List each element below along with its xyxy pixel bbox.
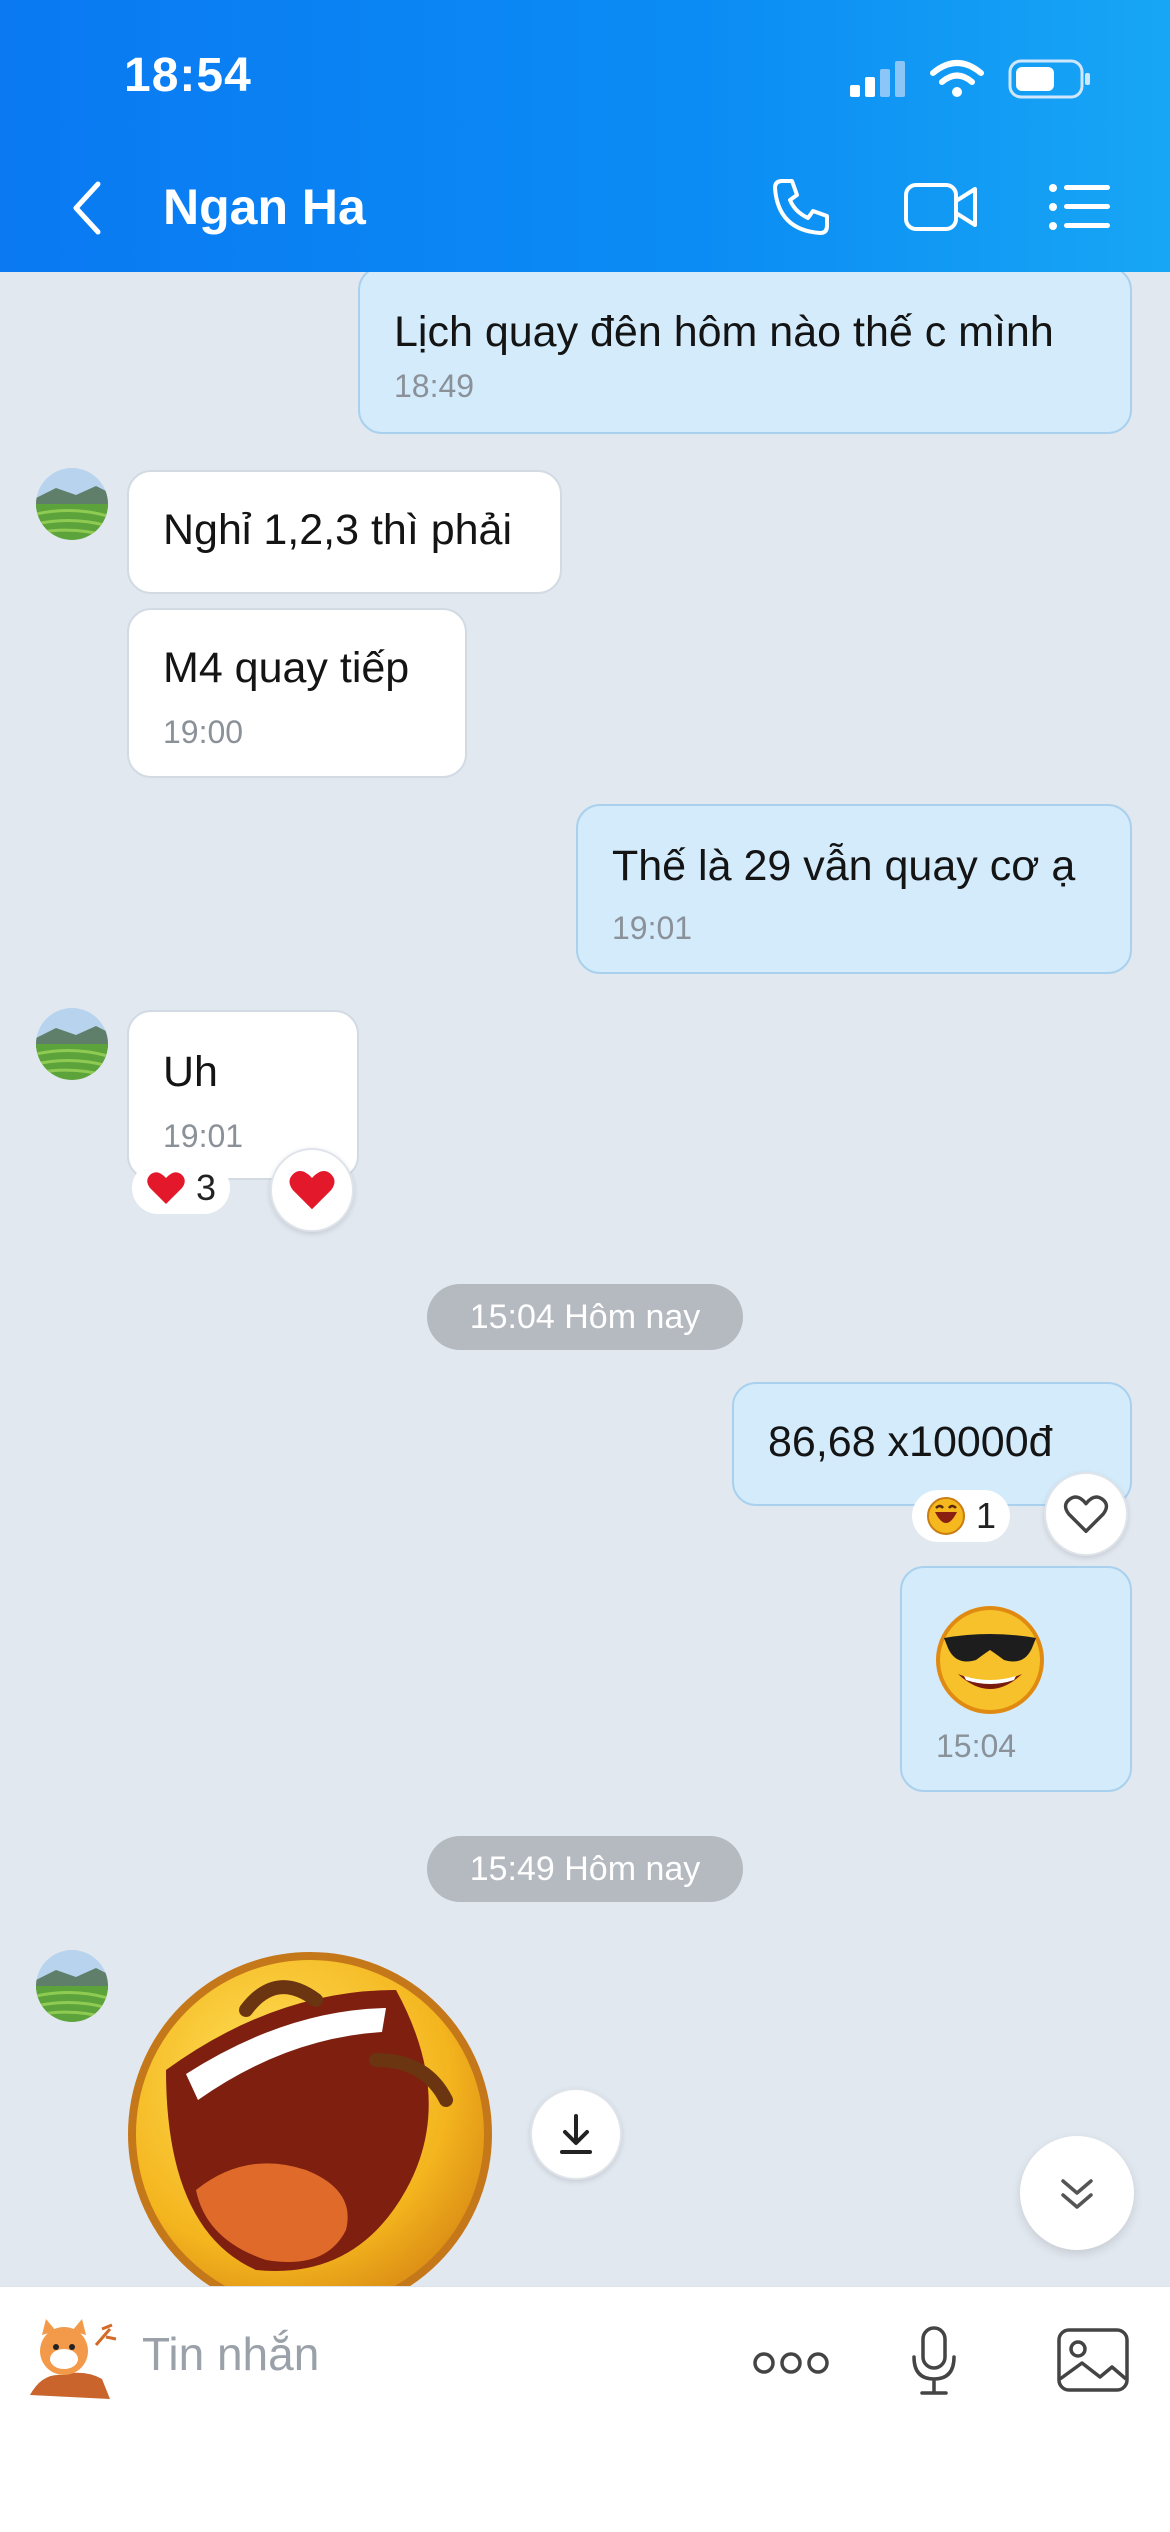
- chat-header: 18:54 Ngan Ha: [0, 0, 1170, 272]
- heart-icon: [147, 1172, 185, 1204]
- home-indicator: [390, 2503, 780, 2517]
- message-time: 19:01: [163, 1118, 244, 1154]
- video-camera-icon: [904, 183, 977, 231]
- laughing-sticker[interactable]: [126, 1950, 494, 2286]
- message-text: Thế là 29 vẫn quay cơ ạ: [612, 842, 1076, 890]
- more-dots-icon[interactable]: [752, 2349, 830, 2377]
- message-list[interactable]: Lịch quay đên hôm nào thế c mình 18:49 N…: [0, 272, 1170, 2286]
- download-icon: [560, 2114, 592, 2154]
- message-input[interactable]: Tin nhắn: [142, 2327, 319, 2381]
- message-composer: Tin nhắn: [0, 2286, 1170, 2532]
- message-text: Lịch quay đên hôm nào thế c mình: [394, 308, 1054, 356]
- date-divider: 15:04 Hôm nay: [427, 1284, 743, 1350]
- react-button[interactable]: [1044, 1472, 1128, 1556]
- heart-outline-icon: [1063, 1495, 1109, 1533]
- message-text: 86,68 x10000đ: [768, 1418, 1053, 1466]
- date-divider: 15:49 Hôm nay: [427, 1836, 743, 1902]
- message-bubble-outgoing[interactable]: Thế là 29 vẫn quay cơ ạ 19:01: [576, 804, 1132, 974]
- chevrons-down-icon: [1061, 2179, 1093, 2209]
- reaction-summary[interactable]: 1: [912, 1490, 1011, 1542]
- status-icons: [848, 58, 1092, 100]
- message-time: 15:04: [936, 1728, 1017, 1764]
- message-time: 19:01: [612, 910, 693, 946]
- contact-name[interactable]: Ngan Ha: [163, 178, 366, 236]
- message-bubble-incoming[interactable]: Nghỉ 1,2,3 thì phải: [127, 470, 562, 594]
- image-icon[interactable]: [1056, 2327, 1130, 2393]
- scroll-to-bottom-button[interactable]: [1020, 2136, 1134, 2250]
- message-bubble-incoming[interactable]: M4 quay tiếp 19:00: [127, 608, 467, 778]
- battery-icon: [1008, 59, 1090, 99]
- message-bubble-outgoing[interactable]: Lịch quay đên hôm nào thế c mình 18:49: [358, 272, 1132, 434]
- avatar[interactable]: [36, 1008, 108, 1080]
- message-text: M4 quay tiếp: [163, 644, 410, 692]
- message-text: Uh: [163, 1048, 218, 1096]
- list-icon: [1049, 184, 1110, 230]
- reaction-count: 1: [976, 1495, 997, 1536]
- microphone-icon[interactable]: [910, 2325, 958, 2397]
- download-button[interactable]: [530, 2088, 622, 2180]
- back-button[interactable]: [64, 178, 114, 238]
- call-button[interactable]: [768, 176, 834, 238]
- video-call-button[interactable]: [903, 176, 979, 238]
- laughing-emoji-icon: [927, 1497, 965, 1535]
- status-time: 18:54: [124, 49, 252, 102]
- message-bubble-outgoing[interactable]: 15:04: [900, 1566, 1132, 1792]
- phone-icon: [773, 179, 829, 235]
- wifi-icon: [930, 60, 984, 97]
- avatar[interactable]: [36, 468, 108, 540]
- reaction-count: 3: [196, 1167, 217, 1208]
- react-button[interactable]: [270, 1148, 354, 1232]
- sticker-button[interactable]: [22, 2315, 118, 2407]
- menu-button[interactable]: [1048, 176, 1112, 238]
- reaction-summary[interactable]: 3: [132, 1162, 231, 1214]
- message-time: 19:00: [163, 714, 244, 750]
- message-text: Nghỉ 1,2,3 thì phải: [163, 506, 513, 554]
- message-time: 18:49: [394, 368, 475, 404]
- avatar[interactable]: [36, 1950, 108, 2022]
- signal-icon: [850, 61, 905, 97]
- sunglasses-emoji-icon: [936, 1606, 1044, 1714]
- heart-icon: [289, 1171, 335, 1210]
